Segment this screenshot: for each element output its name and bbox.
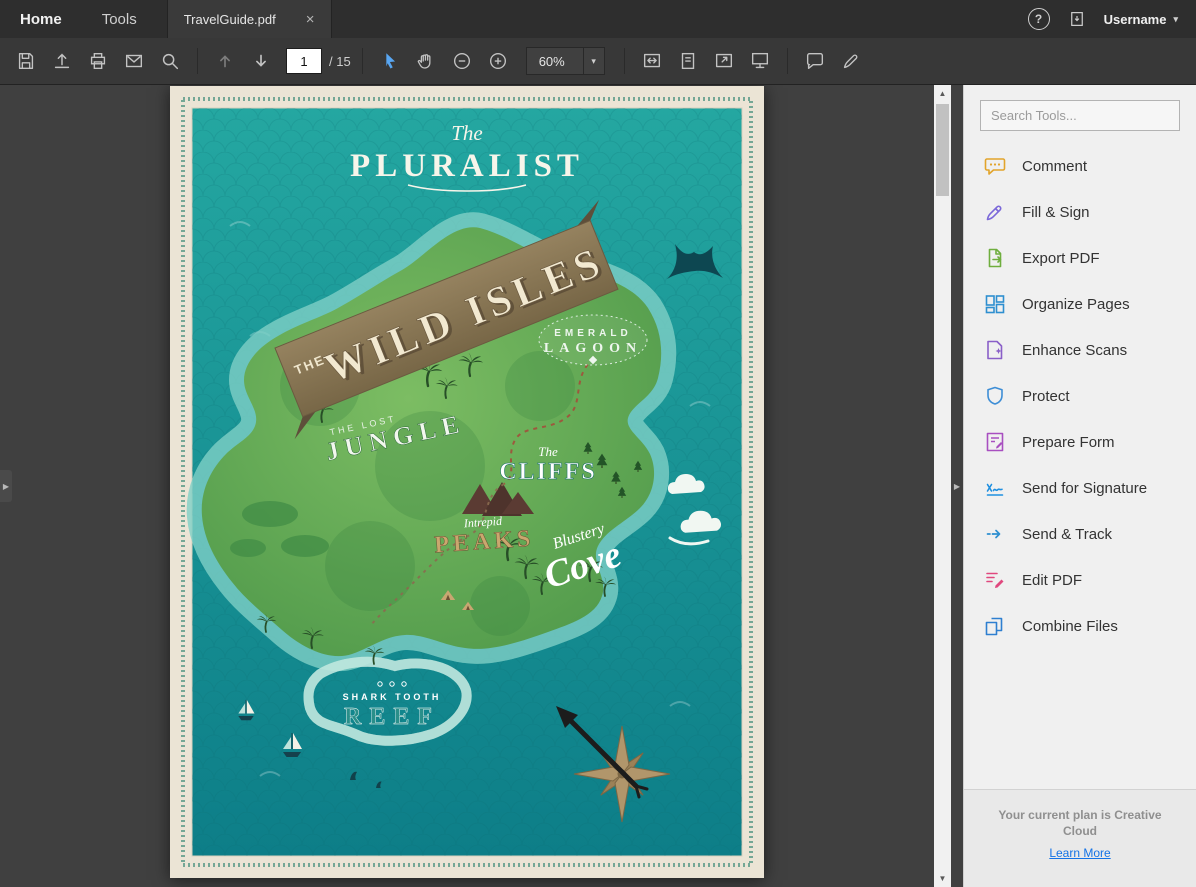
- label-emerald-lagoon: EMERALD LAGOON: [539, 315, 647, 365]
- tab-tools[interactable]: Tools: [82, 0, 157, 38]
- shield-icon: [983, 384, 1007, 408]
- tool-send-track[interactable]: Send & Track: [964, 511, 1196, 557]
- main-toolbar: / 15 60% ▾: [0, 38, 1196, 85]
- tool-send-for-signature[interactable]: Send for Signature: [964, 465, 1196, 511]
- email-button[interactable]: [116, 44, 152, 78]
- user-menu[interactable]: Username ▾: [1104, 12, 1178, 27]
- zoom-level-value: 60%: [527, 48, 583, 74]
- tab-home[interactable]: Home: [0, 0, 82, 38]
- tool-comment[interactable]: Comment: [964, 143, 1196, 189]
- scroll-up-button[interactable]: ▲: [934, 85, 951, 102]
- fit-width-button[interactable]: [634, 44, 670, 78]
- chevron-down-icon[interactable]: ▾: [583, 48, 604, 74]
- tool-export-pdf[interactable]: Export PDF: [964, 235, 1196, 281]
- select-tool-button[interactable]: [372, 44, 408, 78]
- titlebar: Home Tools TravelGuide.pdf × ? Username …: [0, 0, 1196, 38]
- tool-label: Combine Files: [1022, 618, 1118, 635]
- send-for-signature-icon: [983, 476, 1007, 500]
- prepare-form-icon: [983, 430, 1007, 454]
- zoom-in-button[interactable]: [480, 44, 516, 78]
- tab-close-icon[interactable]: ×: [306, 12, 315, 27]
- fullscreen-button[interactable]: [706, 44, 742, 78]
- document-canvas[interactable]: THE WILD ISLES WILD ISLES The PLURALIST: [0, 85, 934, 887]
- save-button[interactable]: [8, 44, 44, 78]
- document-scrollbar[interactable]: ▲ ▼: [934, 85, 951, 887]
- tools-panel: Comment Fill & Sign Export PDF: [963, 85, 1196, 887]
- previous-page-button[interactable]: [207, 44, 243, 78]
- panel-arrow-icon: ▶: [954, 482, 960, 491]
- plan-text: Your current plan is Creative Cloud: [995, 807, 1165, 839]
- zoom-level-select[interactable]: 60% ▾: [526, 47, 605, 75]
- tool-label: Prepare Form: [1022, 434, 1115, 451]
- right-panel-toggle[interactable]: ▶: [951, 85, 963, 887]
- tool-label: Edit PDF: [1022, 572, 1082, 589]
- svg-text:EMERALD: EMERALD: [554, 328, 631, 339]
- poster-illustration: THE WILD ISLES WILD ISLES The PLURALIST: [170, 86, 764, 878]
- document-tab-label: TravelGuide.pdf: [184, 12, 276, 27]
- scrollbar-track[interactable]: [934, 102, 951, 870]
- svg-text:LAGOON: LAGOON: [544, 341, 642, 356]
- tool-label: Send & Track: [1022, 526, 1112, 543]
- send-track-icon: [983, 522, 1007, 546]
- fill-sign-icon: [983, 200, 1007, 224]
- hand-tool-button[interactable]: [408, 44, 444, 78]
- plan-info-box: Your current plan is Creative Cloud Lear…: [964, 789, 1196, 887]
- svg-text:REEF: REEF: [344, 704, 440, 730]
- highlight-tool-button[interactable]: [833, 44, 869, 78]
- help-button[interactable]: ?: [1028, 8, 1050, 30]
- scroll-down-button[interactable]: ▼: [934, 870, 951, 887]
- presentation-mode-button[interactable]: [742, 44, 778, 78]
- tool-fill-sign[interactable]: Fill & Sign: [964, 189, 1196, 235]
- comment-tool-button[interactable]: [797, 44, 833, 78]
- tool-label: Comment: [1022, 158, 1087, 175]
- fit-page-button[interactable]: [670, 44, 706, 78]
- tool-prepare-form[interactable]: Prepare Form: [964, 419, 1196, 465]
- organize-pages-icon: [983, 292, 1007, 316]
- tool-label: Organize Pages: [1022, 296, 1130, 313]
- combine-files-icon: [983, 614, 1007, 638]
- tool-label: Fill & Sign: [1022, 204, 1090, 221]
- tool-combine-files[interactable]: Combine Files: [964, 603, 1196, 649]
- masthead-the: The: [451, 121, 483, 145]
- username-label: Username: [1104, 12, 1167, 27]
- tool-label: Send for Signature: [1022, 480, 1147, 497]
- next-page-button[interactable]: [243, 44, 279, 78]
- edit-pdf-icon: [983, 568, 1007, 592]
- page-count-label: / 15: [329, 54, 351, 69]
- pdf-page[interactable]: THE WILD ISLES WILD ISLES The PLURALIST: [170, 86, 764, 878]
- enhance-scans-icon: [983, 338, 1007, 362]
- svg-text:CLIFFS: CLIFFS: [499, 459, 596, 485]
- tool-edit-pdf[interactable]: Edit PDF: [964, 557, 1196, 603]
- comment-icon: [983, 154, 1007, 178]
- tool-protect[interactable]: Protect: [964, 373, 1196, 419]
- page-number-input[interactable]: [286, 48, 322, 74]
- chevron-down-icon: ▾: [1173, 14, 1178, 25]
- find-button[interactable]: [152, 44, 188, 78]
- tool-label: Protect: [1022, 388, 1070, 405]
- zoom-out-button[interactable]: [444, 44, 480, 78]
- tool-organize-pages[interactable]: Organize Pages: [964, 281, 1196, 327]
- svg-text:SHARK TOOTH: SHARK TOOTH: [343, 692, 442, 702]
- learn-more-link[interactable]: Learn More: [1049, 846, 1110, 860]
- tool-enhance-scans[interactable]: Enhance Scans: [964, 327, 1196, 373]
- tool-label: Export PDF: [1022, 250, 1100, 267]
- scrollbar-thumb[interactable]: [936, 104, 949, 196]
- document-tab[interactable]: TravelGuide.pdf ×: [167, 0, 332, 38]
- export-pdf-icon: [983, 246, 1007, 270]
- tools-search-input[interactable]: [980, 100, 1180, 131]
- notifications-icon[interactable]: [1068, 10, 1086, 28]
- svg-text:The: The: [538, 444, 558, 459]
- tool-label: Enhance Scans: [1022, 342, 1127, 359]
- tools-list: Comment Fill & Sign Export PDF: [964, 143, 1196, 649]
- masthead-title: PLURALIST: [350, 148, 584, 184]
- panel-arrow-icon: ▶: [3, 482, 9, 491]
- share-button[interactable]: [44, 44, 80, 78]
- print-button[interactable]: [80, 44, 116, 78]
- left-panel-toggle[interactable]: ▶: [0, 470, 12, 502]
- acrobat-window: Home Tools TravelGuide.pdf × ? Username …: [0, 0, 1196, 887]
